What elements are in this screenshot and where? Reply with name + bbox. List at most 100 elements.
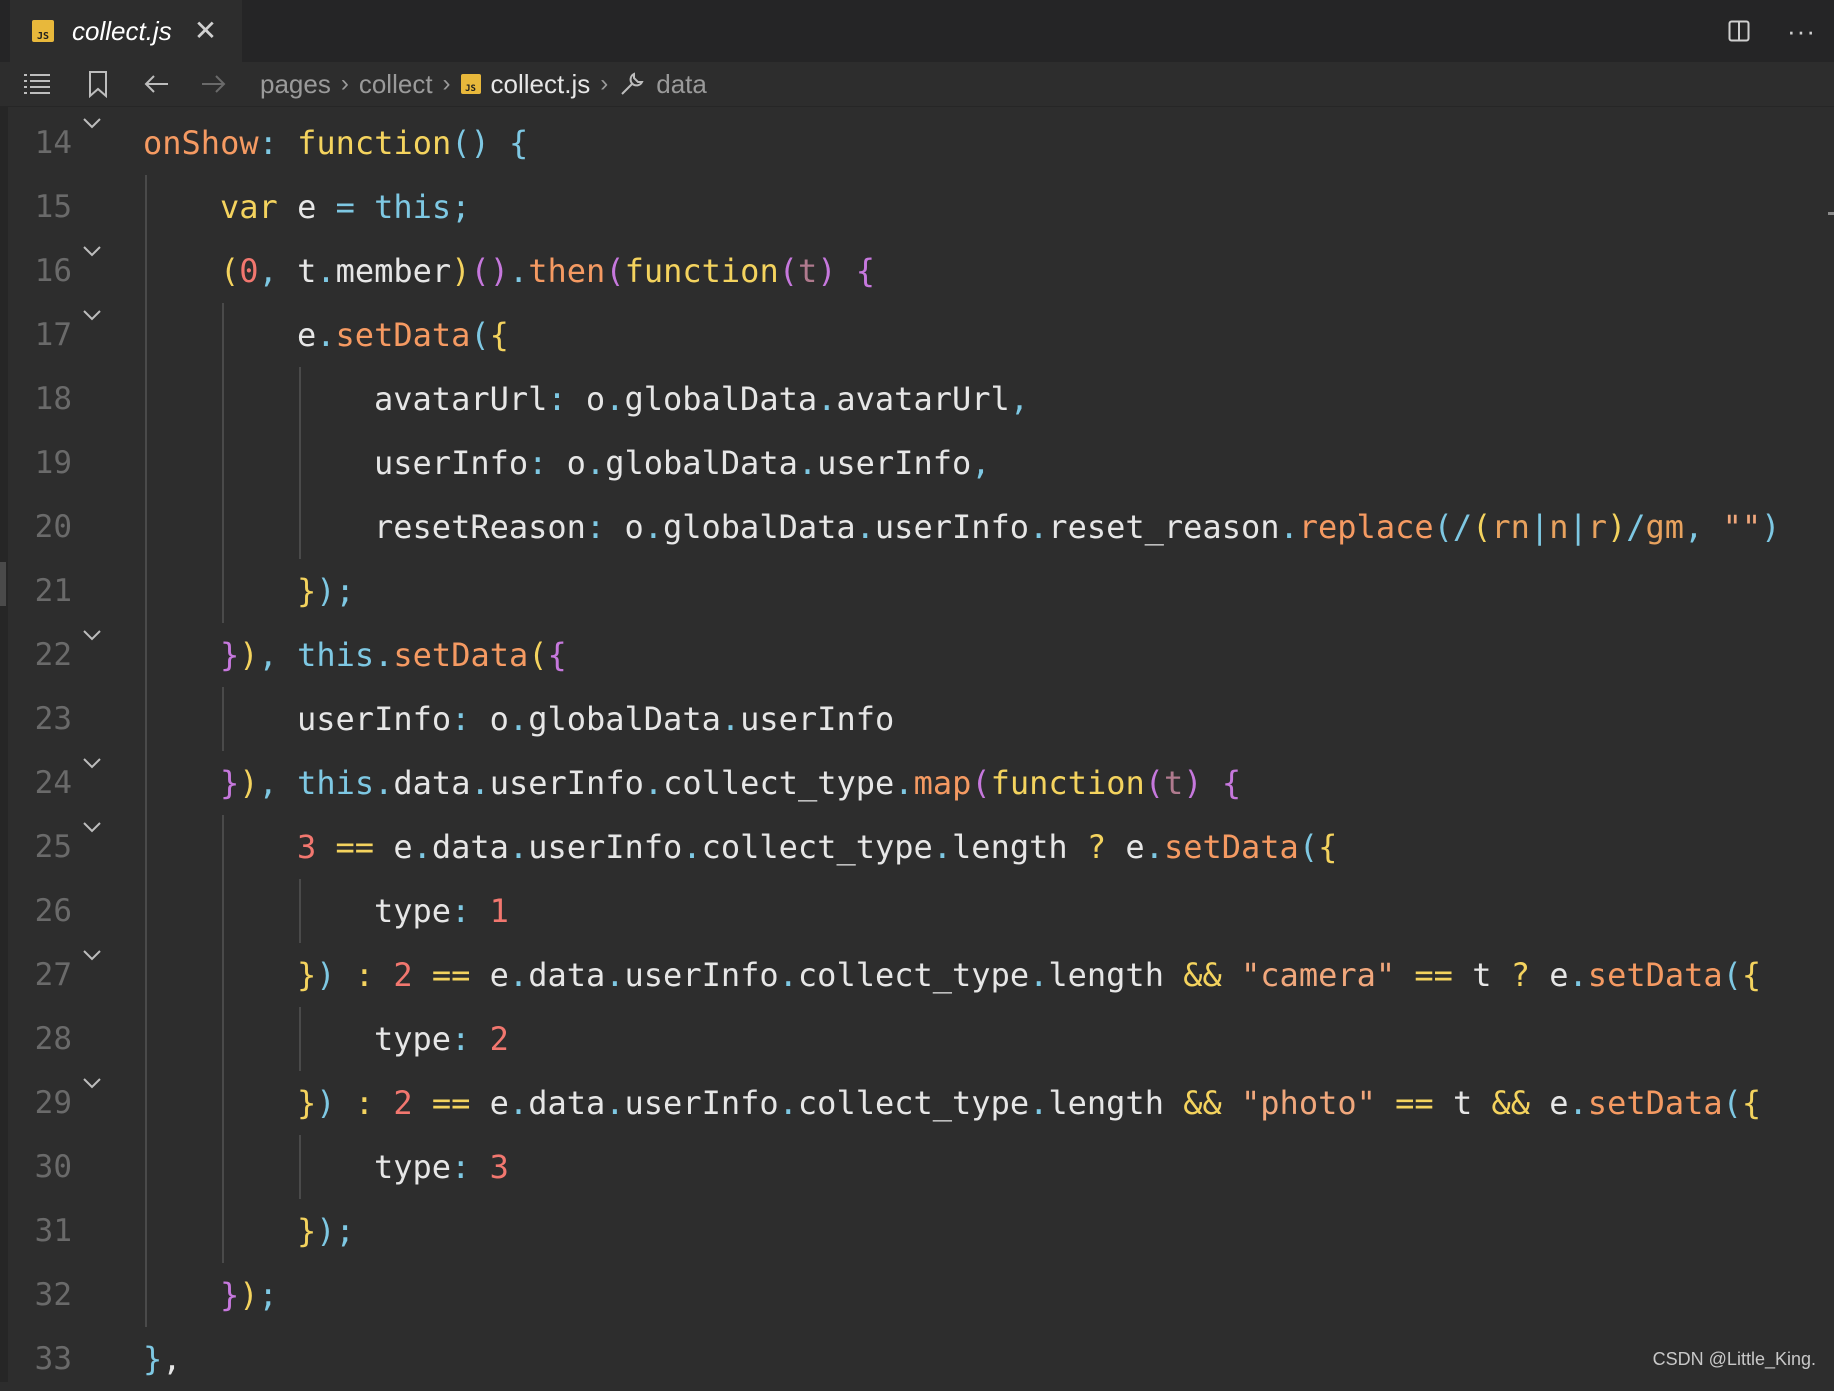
code-token: userInfo bbox=[740, 700, 895, 738]
breadcrumb-item-collect-js[interactable]: collect.js bbox=[491, 69, 591, 100]
chevron-down-icon[interactable] bbox=[80, 1071, 104, 1095]
code-token: == bbox=[1395, 1084, 1434, 1122]
code-token: setData bbox=[393, 636, 529, 674]
code-token: member bbox=[335, 252, 452, 290]
close-icon[interactable]: ✕ bbox=[194, 17, 217, 45]
code-token: t bbox=[797, 252, 818, 290]
chevron-right-icon: › bbox=[442, 70, 451, 97]
code-token: e bbox=[1106, 828, 1145, 866]
code-token: r bbox=[1587, 508, 1607, 546]
code-line[interactable]: 29}) : 2 == e.data.userInfo.collect_type… bbox=[0, 1071, 1834, 1135]
tab-collect-js[interactable]: JS collect.js ✕ bbox=[10, 0, 242, 62]
code-token: . bbox=[797, 444, 818, 482]
breadcrumb-item-pages[interactable]: pages bbox=[260, 69, 331, 100]
code-line[interactable]: 14 onShow: function() { bbox=[0, 111, 1834, 175]
code-token: } bbox=[220, 764, 240, 802]
code-text: }, bbox=[143, 1327, 182, 1391]
chevron-down-icon[interactable] bbox=[80, 239, 104, 263]
code-token: == bbox=[431, 956, 471, 994]
code-token: userInfo bbox=[624, 1084, 779, 1122]
code-token: . bbox=[778, 956, 798, 994]
code-token: } bbox=[143, 1340, 163, 1378]
code-token: userInfo bbox=[489, 764, 644, 802]
code-token: . bbox=[643, 764, 664, 802]
chevron-down-icon[interactable] bbox=[80, 751, 104, 775]
scrollbar-marker[interactable] bbox=[1828, 212, 1834, 215]
code-token: onShow bbox=[143, 124, 259, 162]
code-line[interactable]: 23 userInfo: o.globalData.userInfo bbox=[0, 687, 1834, 751]
code-line[interactable]: 31}); bbox=[0, 1199, 1834, 1263]
code-line[interactable]: 32}); bbox=[0, 1263, 1834, 1327]
code-token: reset_reason bbox=[1048, 508, 1280, 546]
code-line[interactable]: 16 (0, t.member)().then(function(t) { bbox=[0, 239, 1834, 303]
code-token: e bbox=[1530, 1084, 1569, 1122]
code-token: globalData bbox=[528, 700, 721, 738]
code-line[interactable]: 17 e.setData({ bbox=[0, 303, 1834, 367]
more-icon[interactable]: ··· bbox=[1787, 16, 1816, 47]
code-token: : bbox=[258, 124, 298, 162]
code-token: . bbox=[605, 380, 625, 418]
code-token: avatarUrl bbox=[374, 380, 548, 418]
code-token: ) bbox=[1761, 508, 1781, 546]
code-line[interactable]: 21}); bbox=[0, 559, 1834, 623]
arrow-right-icon[interactable] bbox=[198, 70, 228, 98]
code-line[interactable]: 33}, bbox=[0, 1327, 1834, 1391]
code-token: e bbox=[277, 188, 336, 226]
line-number: 23 bbox=[34, 701, 72, 737]
code-text: }), this.data.userInfo.collect_type.map(… bbox=[220, 751, 1241, 815]
split-editor-icon[interactable] bbox=[1728, 20, 1750, 42]
code-line[interactable]: 24}), this.data.userInfo.collect_type.ma… bbox=[0, 751, 1834, 815]
code-line[interactable]: 28 type: 2 bbox=[0, 1007, 1834, 1071]
code-line[interactable]: 25 3 == e.data.userInfo.collect_type.leng… bbox=[0, 815, 1834, 879]
code-line[interactable]: 27}) : 2 == e.data.userInfo.collect_type… bbox=[0, 943, 1834, 1007]
code-line[interactable]: 20 resetReason: o.globalData.userInfo.res… bbox=[0, 495, 1834, 559]
code-token: 1 bbox=[489, 892, 509, 930]
code-token: e bbox=[374, 828, 413, 866]
code-line[interactable]: 30 type: 3 bbox=[0, 1135, 1834, 1199]
chevron-down-icon[interactable] bbox=[80, 943, 104, 967]
code-token: userInfo bbox=[817, 444, 972, 482]
code-token: ( bbox=[1722, 956, 1742, 994]
arrow-left-icon[interactable] bbox=[142, 70, 172, 98]
code-token: ); bbox=[316, 572, 355, 610]
code-line[interactable]: 26 type: 1 bbox=[0, 879, 1834, 943]
code-token: userInfo bbox=[297, 700, 452, 738]
code-line[interactable]: 15 var e = this; bbox=[0, 175, 1834, 239]
code-editor[interactable]: 14 onShow: function() {15 var e = this; 16(… bbox=[0, 107, 1834, 1382]
code-token: } bbox=[297, 956, 317, 994]
code-token: 3 bbox=[297, 828, 317, 866]
code-token: , bbox=[1009, 380, 1030, 418]
code-token: . bbox=[720, 700, 741, 738]
chevron-down-icon[interactable] bbox=[80, 815, 104, 839]
chevron-down-icon[interactable] bbox=[80, 111, 104, 135]
code-text: e.setData({ bbox=[297, 303, 509, 367]
code-token: / bbox=[1452, 508, 1473, 546]
code-token: ( bbox=[528, 636, 548, 674]
code-line[interactable]: 18 avatarUrl: o.globalData.avatarUrl, bbox=[0, 367, 1834, 431]
code-token: . bbox=[508, 828, 529, 866]
code-line[interactable]: 22}), this.setData({ bbox=[0, 623, 1834, 687]
chevron-down-icon[interactable] bbox=[80, 303, 104, 327]
code-token: ) bbox=[316, 1084, 336, 1122]
code-token: o bbox=[489, 700, 509, 738]
code-token: ; bbox=[258, 1276, 278, 1314]
line-number: 19 bbox=[34, 445, 72, 481]
code-token: { bbox=[489, 316, 509, 354]
chevron-down-icon[interactable] bbox=[80, 623, 104, 647]
code-token: == bbox=[431, 1084, 471, 1122]
code-line[interactable]: 19 userInfo: o.globalData.userInfo, bbox=[0, 431, 1834, 495]
code-token: 2 bbox=[489, 1020, 509, 1058]
breadcrumb-item-data[interactable]: data bbox=[656, 69, 707, 100]
breadcrumb-item-collect[interactable]: collect bbox=[359, 69, 433, 100]
list-icon[interactable] bbox=[22, 70, 52, 98]
code-token: / bbox=[1626, 508, 1646, 546]
bookmark-icon[interactable] bbox=[84, 70, 114, 98]
code-token: type bbox=[374, 892, 452, 930]
code-token: . bbox=[778, 1084, 798, 1122]
